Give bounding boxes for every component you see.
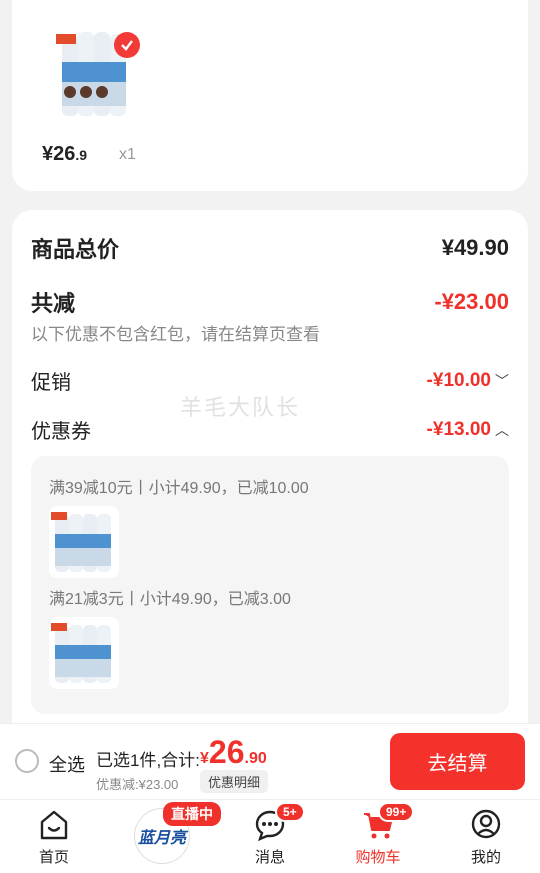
tab-home[interactable]: 首页 — [14, 800, 94, 873]
checkmark-icon — [114, 32, 140, 58]
user-icon — [471, 809, 501, 839]
coupon-value-wrap: -¥13.00 ︿ — [427, 419, 509, 441]
promo-value-wrap: -¥10.00 ﹀ — [427, 370, 509, 392]
discount-note: 以下优惠不包含红包，请在结算页查看 — [31, 325, 320, 344]
bottom-tab-bar: 首页 消息 购物车 我的 — [0, 799, 540, 873]
coupon-line-1: 满39减10元丨小计49.90，已减10.00 — [49, 480, 309, 497]
promo-label: 促销 — [31, 372, 71, 394]
home-icon — [40, 810, 68, 840]
promo-row[interactable]: 促销 -¥10.00 ﹀ — [31, 366, 509, 395]
coupon-detail-box: 满39减10元丨小计49.90，已减10.00 满21减3元丨小计49.90，已… — [31, 456, 509, 714]
tab-home-label: 首页 — [38, 849, 69, 866]
discount-row: 共减 -¥23.00 — [31, 286, 509, 318]
chevron-up-icon: ︿ — [495, 421, 509, 438]
total-row: 商品总价 ¥49.90 — [31, 232, 509, 264]
discount-label: 共减 — [31, 291, 76, 316]
cart-item-card: ¥26.9 x1 — [12, 0, 528, 191]
live-badge: 直播中 — [163, 802, 221, 826]
coupon-label: 优惠券 — [31, 421, 91, 443]
total-price: ¥26.90 — [200, 734, 267, 770]
coupon-product-thumb-1 — [49, 506, 119, 578]
coupon-row[interactable]: 优惠券 -¥13.00 ︿ — [31, 415, 509, 444]
select-all-checkbox[interactable] — [15, 749, 39, 773]
tab-messages-label: 消息 — [254, 849, 285, 866]
messages-badge: 5+ — [275, 802, 305, 822]
item-quantity: x1 — [119, 146, 136, 163]
tab-cart-label: 购物车 — [355, 849, 401, 866]
tab-mine-label: 我的 — [470, 849, 501, 866]
discount-summary: 优惠减:¥23.00 — [96, 777, 179, 792]
cart-badge: 99+ — [378, 802, 415, 822]
checkout-bar: 全选 已选1件,合计: ¥26.90 优惠减:¥23.00 优惠明细 去结算 — [0, 723, 540, 799]
tab-mine[interactable]: 我的 — [446, 800, 526, 873]
total-label: 商品总价 — [31, 237, 120, 262]
selected-count-text: 已选1件,合计: — [96, 751, 200, 770]
coupon-value: -¥13.00 — [426, 418, 491, 440]
checkout-button[interactable]: 去结算 — [390, 733, 525, 790]
select-all-label[interactable]: 全选 — [49, 751, 85, 777]
chevron-down-icon: ﹀ — [495, 372, 509, 389]
coupon-line-2: 满21减3元丨小计49.90，已减3.00 — [49, 591, 291, 608]
discount-detail-button[interactable]: 优惠明细 — [200, 770, 269, 793]
discount-value: -¥23.00 — [434, 289, 509, 314]
promo-value: -¥10.00 — [426, 369, 491, 391]
item-price: ¥26.9 — [42, 143, 88, 165]
price-summary-card: 商品总价 ¥49.90 共减 -¥23.00 以下优惠不包含红包，请在结算页查看… — [12, 210, 528, 750]
coupon-product-thumb-2 — [49, 617, 119, 689]
total-value: ¥49.90 — [441, 235, 509, 260]
